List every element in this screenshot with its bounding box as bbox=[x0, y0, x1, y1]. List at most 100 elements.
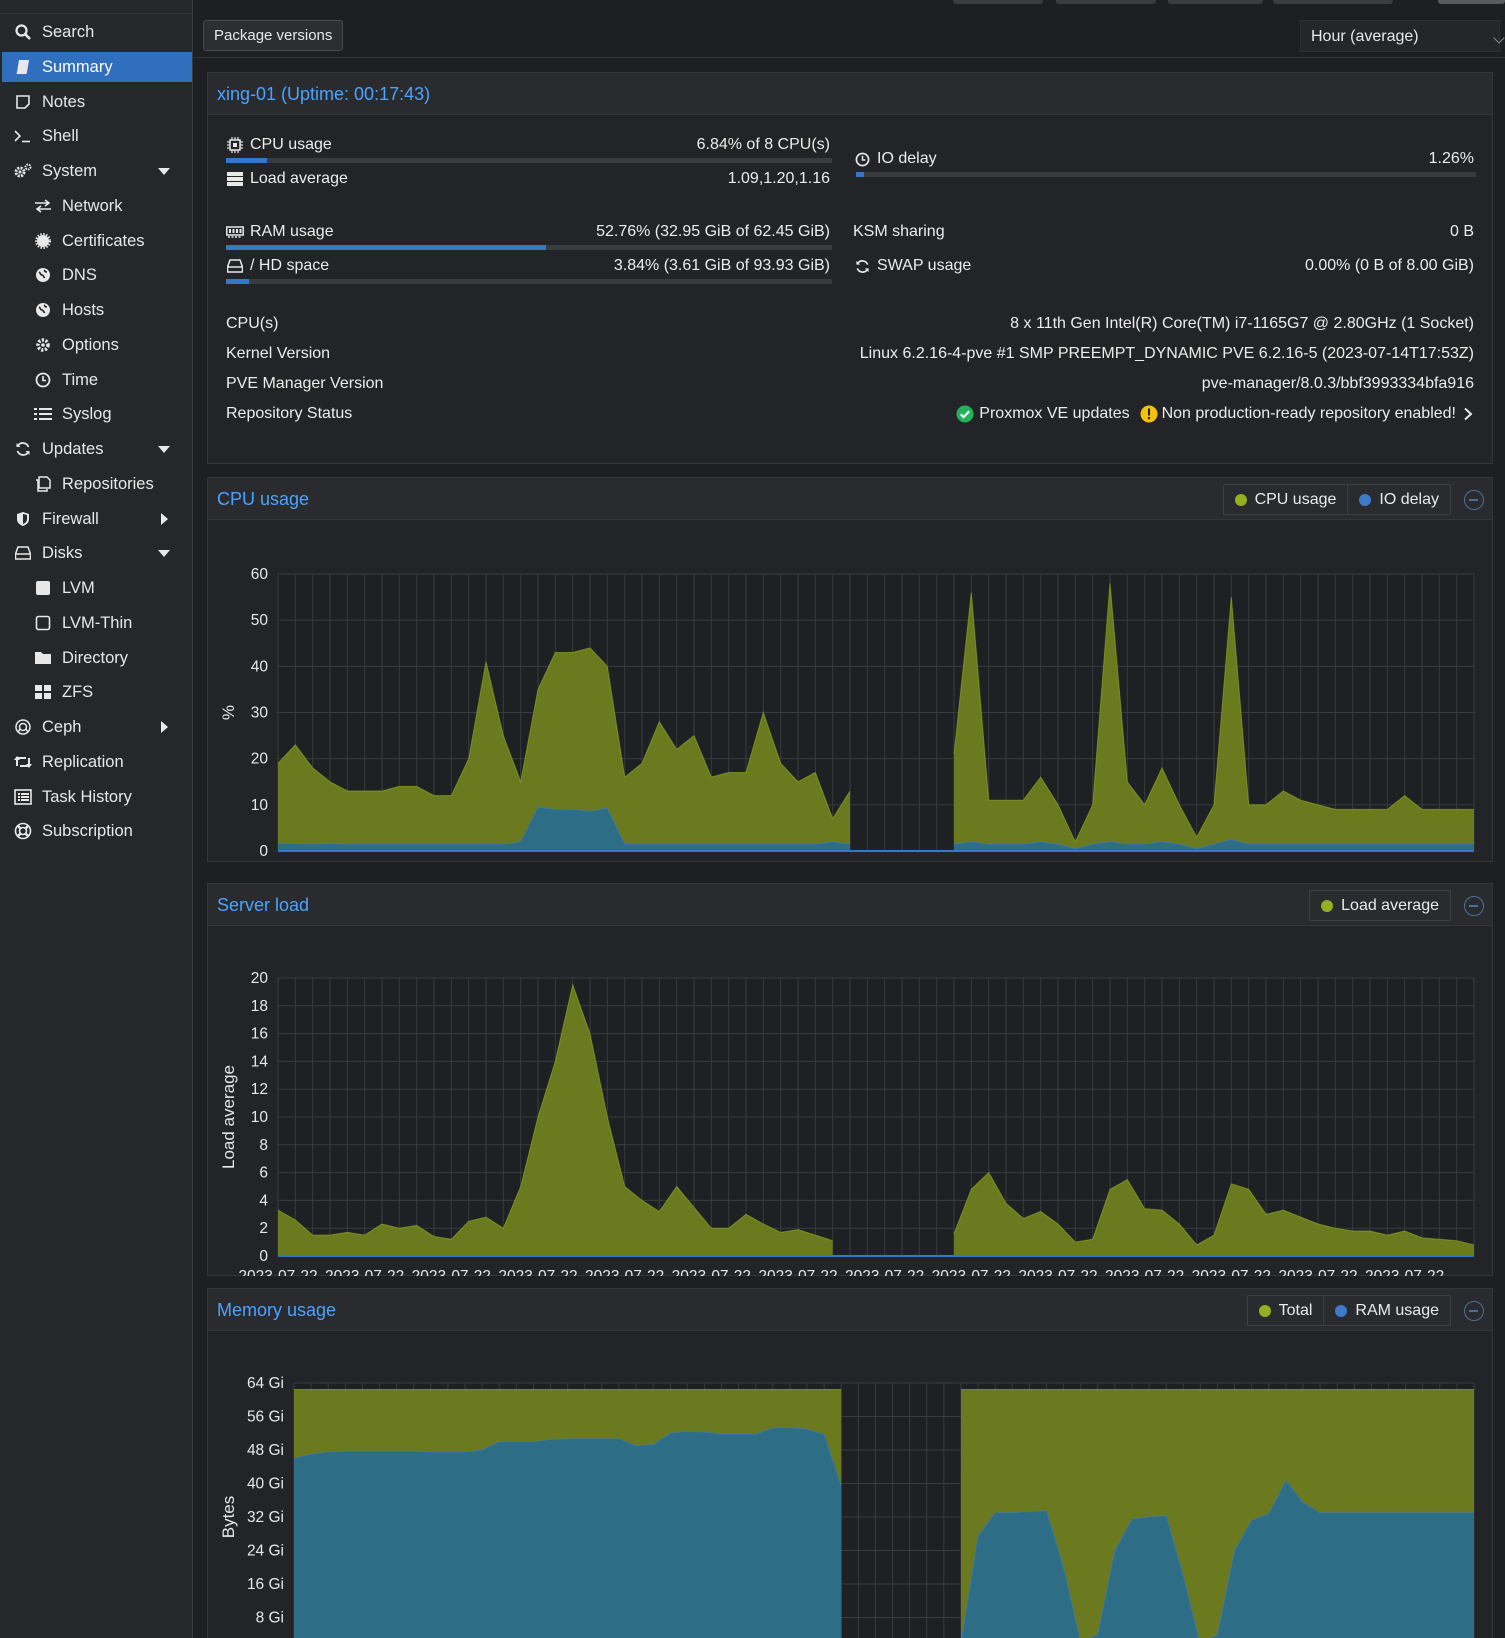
sidebar-item-certificates[interactable]: Certificates bbox=[2, 226, 192, 256]
shield-icon bbox=[12, 511, 34, 527]
memory-usage-chart-panel: Memory usage Total RAM usage 08 Gi16 Gi2… bbox=[207, 1288, 1493, 1638]
repository-status-value[interactable]: Proxmox VE updates Non production-ready … bbox=[956, 405, 1474, 423]
sidebar-item-repositories[interactable]: Repositories bbox=[2, 469, 192, 499]
cpu-usage-chart-panel: CPU usage CPU usage IO delay 0 10 20 30 40 50… bbox=[207, 477, 1493, 898]
sidebar-item-directory[interactable]: Directory bbox=[2, 643, 192, 673]
sidebar-item-summary[interactable]: Summary bbox=[2, 52, 192, 82]
y-tick-label: 24 Gi bbox=[247, 1543, 284, 1560]
caret-down-icon[interactable] bbox=[158, 168, 170, 175]
sidebar-item-label: System bbox=[42, 161, 98, 180]
repo-warning-text: Non production-ready repository enabled! bbox=[1161, 405, 1456, 422]
legend-cpu-usage[interactable]: CPU usage bbox=[1224, 485, 1348, 514]
series-area-ram-usage bbox=[294, 1427, 842, 1638]
sidebar-item-updates[interactable]: Updates bbox=[2, 434, 192, 464]
legend-ram-usage[interactable]: RAM usage bbox=[1323, 1296, 1450, 1325]
toolbar-top-button-5[interactable] bbox=[1438, 0, 1505, 4]
toolbar: Package versions Hour (average) bbox=[193, 0, 1505, 58]
sidebar-item-syslog[interactable]: Syslog bbox=[2, 399, 192, 429]
sidebar-item-label: Subscription bbox=[42, 821, 133, 840]
sidebar: Search Summary Notes Shell System Network Cert… bbox=[0, 0, 193, 1638]
clock-icon bbox=[853, 152, 871, 167]
sidebar-item-lvm[interactable]: LVM bbox=[2, 573, 192, 603]
ram-usage-value: 52.76% (32.95 GiB of 62.45 GiB) bbox=[596, 223, 830, 240]
sidebar-item-search[interactable]: Search bbox=[2, 17, 192, 47]
hd-space-label-text: / HD space bbox=[250, 257, 330, 274]
sidebar-item-notes[interactable]: Notes bbox=[2, 87, 192, 117]
hd-space-bar bbox=[226, 279, 832, 284]
collapse-memory-chart-icon[interactable] bbox=[1464, 1301, 1484, 1321]
sidebar-item-shell[interactable]: Shell bbox=[2, 121, 192, 151]
timeframe-select[interactable]: Hour (average) bbox=[1300, 20, 1505, 52]
swap-usage-label: SWAP usage bbox=[853, 257, 971, 275]
memory-chart-legend: Total RAM usage bbox=[1246, 1295, 1451, 1326]
sidebar-item-dns[interactable]: DNS bbox=[2, 260, 192, 290]
x-tick-date: 2023-07-22 bbox=[585, 1268, 664, 1276]
sidebar-item-options[interactable]: Options bbox=[2, 330, 192, 360]
sidebar-item-replication[interactable]: Replication bbox=[2, 747, 192, 777]
collapse-load-chart-icon[interactable] bbox=[1464, 896, 1484, 916]
load-average-value: 1.09,1.20,1.16 bbox=[727, 170, 830, 187]
y-tick-label: 56 Gi bbox=[247, 1409, 284, 1426]
square-icon bbox=[32, 580, 54, 596]
sidebar-item-firewall[interactable]: Firewall bbox=[2, 504, 192, 534]
cpu-usage-chart-title: CPU usage bbox=[217, 489, 310, 509]
caret-down-icon[interactable] bbox=[158, 550, 170, 557]
kernel-version-value: Linux 6.2.16-4-pve #1 SMP PREEMPT_DYNAMI… bbox=[859, 345, 1474, 362]
package-versions-button[interactable]: Package versions bbox=[203, 20, 344, 51]
sidebar-item-label: Updates bbox=[42, 439, 104, 458]
caret-down-icon[interactable] bbox=[158, 446, 170, 453]
ram-usage-bar bbox=[226, 245, 832, 250]
sidebar-top-border bbox=[0, 0, 192, 14]
legend-io-delay[interactable]: IO delay bbox=[1347, 485, 1450, 514]
swap-usage-label-text: SWAP usage bbox=[877, 257, 972, 274]
sidebar-item-label: DNS bbox=[62, 265, 97, 284]
legend-dot-blue-icon bbox=[1359, 493, 1372, 506]
y-tick-label: 10 bbox=[251, 1109, 269, 1126]
legend-load-average[interactable]: Load average bbox=[1310, 891, 1450, 920]
memory-usage-chart-header: Memory usage Total RAM usage bbox=[208, 1289, 1492, 1331]
toolbar-top-button-3[interactable] bbox=[1168, 0, 1263, 4]
sidebar-item-label: Hosts bbox=[62, 300, 105, 319]
caret-right-icon[interactable] bbox=[161, 513, 168, 525]
io-delay-label: IO delay bbox=[853, 150, 937, 168]
pve-manager-value: pve-manager/8.0.3/bbf3993334bfa916 bbox=[1201, 375, 1474, 392]
sidebar-item-network[interactable]: Network bbox=[2, 191, 192, 221]
sidebar-item-lvm-thin[interactable]: LVM-Thin bbox=[2, 608, 192, 638]
globe-icon bbox=[32, 302, 54, 318]
sidebar-item-time[interactable]: Time bbox=[2, 365, 192, 395]
hd-space-label: / HD space bbox=[226, 257, 329, 275]
collapse-cpu-chart-icon[interactable] bbox=[1464, 490, 1484, 510]
sidebar-item-label: Directory bbox=[62, 648, 129, 667]
sidebar-item-label: LVM bbox=[62, 578, 95, 597]
x-tick-date: 2023-07-22 bbox=[325, 1268, 404, 1276]
sidebar-item-zfs[interactable]: ZFS bbox=[2, 677, 192, 707]
cpu-usage-value: 6.84% of 8 CPU(s) bbox=[696, 136, 830, 153]
y-tick-label: 8 bbox=[259, 1137, 268, 1154]
y-tick-label: 14 bbox=[251, 1053, 269, 1070]
y-tick-label: 16 Gi bbox=[247, 1576, 284, 1593]
sidebar-item-system[interactable]: System bbox=[2, 156, 192, 186]
toolbar-top-button-2[interactable] bbox=[1056, 0, 1156, 4]
sidebar-item-task-history[interactable]: Task History bbox=[2, 782, 192, 812]
sidebar-item-subscription[interactable]: Subscription bbox=[2, 816, 192, 846]
list-icon bbox=[32, 407, 54, 421]
toolbar-top-button-4[interactable] bbox=[1273, 0, 1393, 4]
io-delay-bar bbox=[856, 172, 1476, 177]
node-status-header: xing-01 (Uptime: 00:17:43) bbox=[208, 73, 1492, 115]
y-tick-label: 32 Gi bbox=[247, 1509, 284, 1526]
x-tick-date: 2023-07-22 bbox=[1105, 1268, 1184, 1276]
caret-right-icon[interactable] bbox=[161, 721, 168, 733]
legend-cpu-usage-label: CPU usage bbox=[1254, 490, 1337, 508]
toolbar-top-button-1[interactable] bbox=[953, 0, 1043, 4]
legend-total[interactable]: Total bbox=[1248, 1296, 1324, 1325]
sidebar-item-hosts[interactable]: Hosts bbox=[2, 295, 192, 325]
legend-load-average-label: Load average bbox=[1341, 896, 1439, 914]
th-large-icon bbox=[32, 684, 54, 700]
y-tick-label: 30 bbox=[251, 705, 269, 722]
y-tick-label: 64 Gi bbox=[247, 1375, 284, 1392]
memory-usage-chart: 08 Gi16 Gi24 Gi32 Gi40 Gi48 Gi56 Gi64 Gi… bbox=[219, 1375, 1475, 1638]
ceph-icon bbox=[12, 719, 34, 735]
cpu-usage-chart-header: CPU usage CPU usage IO delay bbox=[208, 478, 1492, 520]
sidebar-item-ceph[interactable]: Ceph bbox=[2, 712, 192, 742]
sidebar-item-disks[interactable]: Disks bbox=[2, 538, 192, 568]
